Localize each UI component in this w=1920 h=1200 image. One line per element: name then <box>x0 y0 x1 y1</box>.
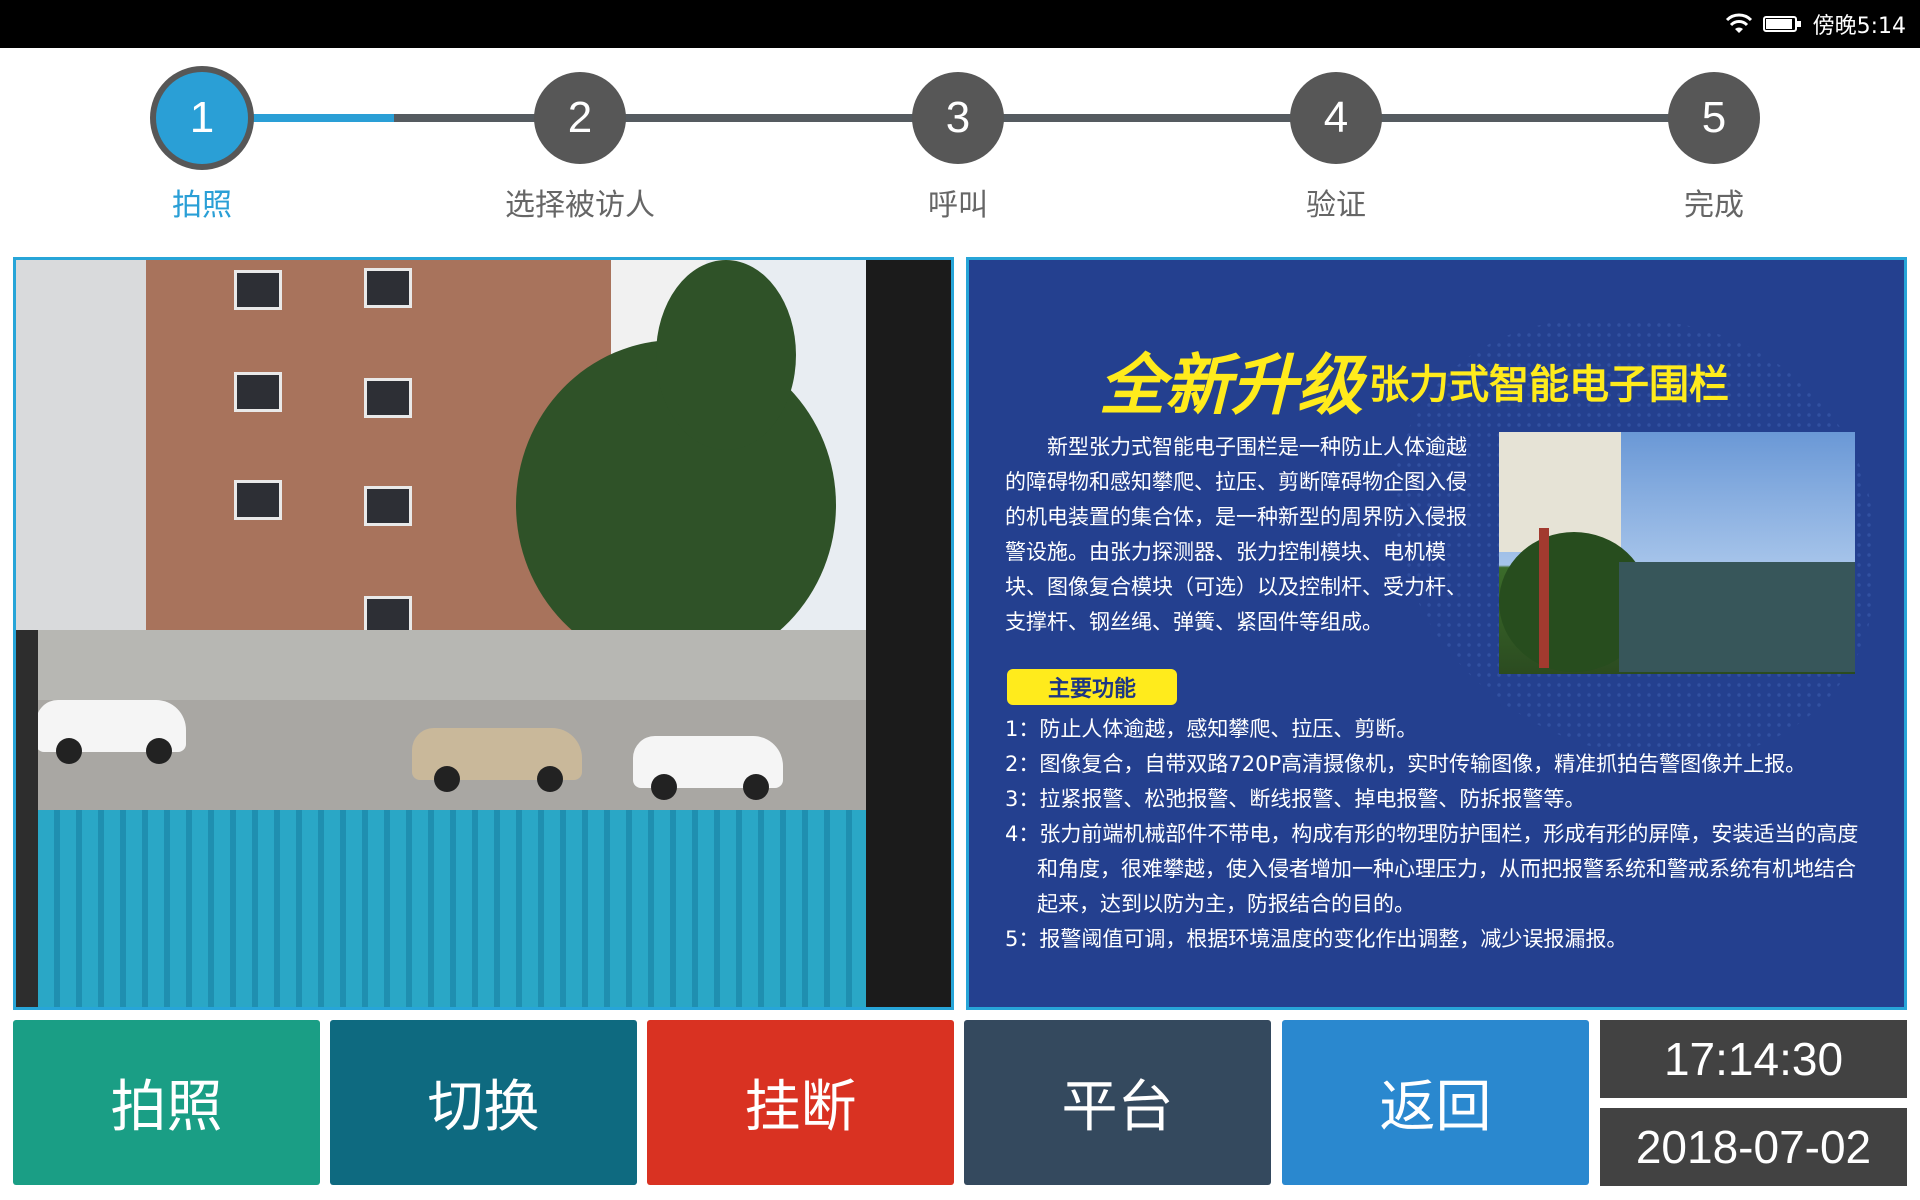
progress-stepper: 1 拍照 2 选择被访人 3 呼叫 4 验证 5 完成 <box>0 48 1920 248</box>
step-2-circle: 2 <box>534 72 626 164</box>
camera-scene-building <box>16 260 161 640</box>
status-right: 傍晚5:14 <box>1725 8 1906 40</box>
step-5-label: 完成 <box>1684 188 1744 223</box>
status-time: 傍晚5:14 <box>1812 14 1906 39</box>
clock-time: 17:14:30 <box>1600 1020 1907 1098</box>
hangup-button[interactable]: 挂断 <box>647 1020 954 1185</box>
ad-feature-item: 2：图像复合，自带双路720P高清摄像机，实时传输图像，精准抓拍告警图像并上报。 <box>1005 752 1807 776</box>
photo-button[interactable]: 拍照 <box>13 1020 320 1185</box>
camera-scene-window-frame <box>866 260 951 1007</box>
ad-product-photo <box>1499 432 1855 674</box>
ad-feature-item: 3：拉紧报警、松弛报警、断线报警、掉电报警、防拆报警等。 <box>1005 787 1586 811</box>
step-4-label: 验证 <box>1306 188 1366 223</box>
ad-intro: 新型张力式智能电子围栏是一种防止人体逾越的障碍物和感知攀爬、拉压、剪断障碍物企图… <box>1005 435 1467 634</box>
step-3-label: 呼叫 <box>928 188 988 223</box>
switch-button[interactable]: 切换 <box>330 1020 637 1185</box>
ad-feature-item: 4：张力前端机械部件不带电，构成有形的物理防护围栏，形成有形的屏障，安装适当的高… <box>1005 822 1859 916</box>
camera-preview[interactable] <box>13 257 954 1010</box>
step-2-label: 选择被访人 <box>505 188 655 223</box>
step-3-circle: 3 <box>912 72 1004 164</box>
step-1-label: 拍照 <box>172 188 232 223</box>
ad-features-badge: 主要功能 <box>1007 669 1177 705</box>
ad-panel: 全新升级 张力式智能电子围栏 新型张力式智能电子围栏是一种防止人体逾越的障碍物和… <box>966 257 1907 1010</box>
ad-feature-item: 1：防止人体逾越，感知攀爬、拉压、剪断。 <box>1005 717 1418 741</box>
ad-title: 全新升级 <box>1099 346 1363 424</box>
step-1-circle: 1 <box>156 72 248 164</box>
wifi-icon <box>1725 13 1752 33</box>
battery-icon <box>1762 14 1803 34</box>
platform-button[interactable]: 平台 <box>964 1020 1271 1185</box>
camera-scene-roof <box>16 810 886 1007</box>
clock-date: 2018-07-02 <box>1600 1108 1907 1186</box>
step-5-circle: 5 <box>1668 72 1760 164</box>
ad-feature-item: 5：报警阈值可调，根据环境温度的变化作出调整，减少误报漏报。 <box>1005 927 1628 951</box>
step-4-circle: 4 <box>1290 72 1382 164</box>
ad-feature-list: 1：防止人体逾越，感知攀爬、拉压、剪断。 2：图像复合，自带双路720P高清摄像… <box>1005 712 1865 957</box>
ad-subtitle: 张力式智能电子围栏 <box>1369 362 1729 408</box>
status-bar: 傍晚5:14 <box>0 0 1920 48</box>
back-button[interactable]: 返回 <box>1282 1020 1589 1185</box>
